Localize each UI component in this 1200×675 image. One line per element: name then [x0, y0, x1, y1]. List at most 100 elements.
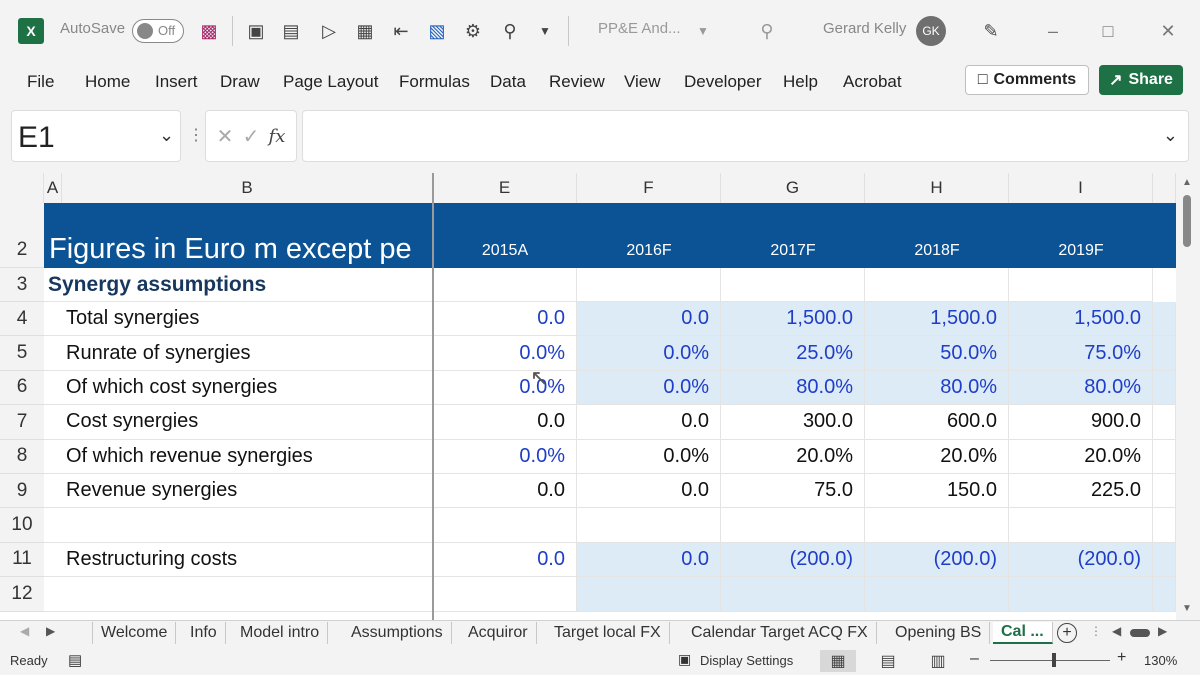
column-header-f[interactable]: F	[577, 173, 721, 203]
freeze-panes-icon[interactable]: ⇤	[388, 18, 414, 44]
value-cell[interactable]: 0.0	[577, 474, 721, 509]
prev-sheet-icon[interactable]: ◀	[20, 624, 29, 638]
year-header-2015[interactable]: 2015A	[433, 203, 577, 268]
row-label[interactable]: Of which cost synergies	[44, 370, 433, 406]
share-button[interactable]: ↗ Share	[1099, 65, 1183, 95]
pen-icon[interactable]: ✎	[978, 18, 1004, 44]
value-cell[interactable]: (200.0)	[865, 542, 1009, 578]
save-icon[interactable]: ▩	[196, 18, 222, 44]
tab-developer[interactable]: Developer	[684, 72, 762, 92]
expand-formula-icon[interactable]: ⌄	[1163, 125, 1178, 146]
cell[interactable]	[1153, 439, 1176, 474]
row-label[interactable]: Restructuring costs	[44, 542, 433, 578]
value-cell[interactable]: 0.0%	[577, 439, 721, 474]
chevron-down-icon[interactable]: ⌄	[159, 125, 174, 146]
value-cell[interactable]: 0.0	[433, 542, 577, 578]
value-cell[interactable]	[577, 508, 721, 543]
confirm-icon[interactable]: ✓	[243, 124, 260, 149]
camera-icon[interactable]: ▣	[243, 18, 269, 44]
user-name[interactable]: Gerard Kelly	[823, 20, 906, 37]
sheet-tab-model-intro[interactable]: Model intro	[232, 622, 329, 644]
row-header-2[interactable]: 2	[0, 203, 44, 268]
column-header-h[interactable]: H	[865, 173, 1009, 203]
value-cell[interactable]: 0.0	[577, 302, 721, 337]
row-label[interactable]	[44, 577, 433, 612]
value-cell[interactable]: 0.0	[577, 405, 721, 440]
value-cell[interactable]: 75.0%	[1009, 336, 1153, 371]
scroll-left-icon[interactable]: ◀	[1112, 624, 1121, 638]
value-cell[interactable]	[433, 577, 577, 612]
cell[interactable]	[1153, 577, 1176, 612]
column-header-a[interactable]: A	[44, 173, 62, 203]
zoom-slider-track[interactable]	[990, 660, 1110, 661]
column-header-partial[interactable]	[1153, 173, 1176, 203]
banner-title-cell[interactable]: Figures in Euro m except pe	[44, 203, 433, 268]
value-cell[interactable]	[721, 577, 865, 612]
year-header-2017[interactable]: 2017F	[721, 203, 865, 268]
year-header-2019[interactable]: 2019F	[1009, 203, 1153, 268]
value-cell[interactable]	[433, 508, 577, 543]
value-cell[interactable]: 0.0%	[433, 439, 577, 474]
search-icon[interactable]: ⚲	[497, 18, 523, 44]
tab-page-layout[interactable]: Page Layout	[283, 72, 378, 92]
slideshow-icon[interactable]: ▷	[316, 18, 342, 44]
section-heading[interactable]: Synergy assumptions	[44, 268, 433, 302]
comments-button[interactable]: □ Comments	[965, 65, 1089, 95]
tab-formulas[interactable]: Formulas	[399, 72, 470, 92]
avatar[interactable]: GK	[916, 16, 946, 46]
value-cell[interactable]: 225.0	[1009, 474, 1153, 509]
value-cell[interactable]: 0.0%	[433, 336, 577, 371]
year-header-2016[interactable]: 2016F	[577, 203, 721, 268]
value-cell[interactable]	[1009, 577, 1153, 612]
page-break-view-icon[interactable]: ▥	[920, 650, 956, 672]
zoom-in-icon[interactable]: +	[1117, 649, 1126, 667]
autosave-toggle[interactable]: Off	[132, 19, 184, 43]
print-preview-icon[interactable]: ▤	[278, 18, 304, 44]
value-cell[interactable]: 0.0	[433, 405, 577, 440]
value-cell[interactable]: 80.0%	[865, 370, 1009, 406]
value-cell[interactable]: 0.0	[577, 542, 721, 578]
name-box[interactable]: E1 ⌄	[11, 110, 181, 162]
sheet-tab-calendar-target-acq-fx[interactable]: Calendar Target ACQ FX	[683, 622, 877, 644]
cell[interactable]	[865, 268, 1009, 302]
scroll-thumb[interactable]	[1183, 195, 1191, 247]
sheet-tab-active[interactable]: Cal ...	[993, 622, 1053, 644]
formula-input[interactable]: ⌄	[302, 110, 1189, 162]
value-cell[interactable]: 600.0	[865, 405, 1009, 440]
value-cell[interactable]: 80.0%	[1009, 370, 1153, 406]
value-cell[interactable]: 1,500.0	[865, 302, 1009, 337]
value-cell[interactable]	[577, 577, 721, 612]
column-header-e[interactable]: E	[433, 173, 577, 203]
grid-apps-icon[interactable]: ▧	[424, 18, 450, 44]
value-cell[interactable]: 0.0	[433, 302, 577, 337]
calculator-icon[interactable]: ▦	[352, 18, 378, 44]
cell[interactable]	[721, 268, 865, 302]
value-cell[interactable]: (200.0)	[721, 542, 865, 578]
value-cell[interactable]: 0.0%	[433, 370, 577, 406]
scroll-right-icon[interactable]: ▶	[1158, 624, 1167, 638]
tab-options-icon[interactable]: ⋮	[1090, 624, 1102, 638]
maximize-icon[interactable]: □	[1095, 18, 1121, 44]
tab-home[interactable]: Home	[85, 72, 130, 92]
cell[interactable]	[1009, 268, 1153, 302]
value-cell[interactable]: 300.0	[721, 405, 865, 440]
tab-acrobat[interactable]: Acrobat	[843, 72, 902, 92]
document-title[interactable]: PP&E And...	[598, 20, 681, 37]
horizontal-scroll-thumb[interactable]	[1130, 629, 1150, 637]
value-cell[interactable]: 80.0%	[721, 370, 865, 406]
column-header-i[interactable]: I	[1009, 173, 1153, 203]
value-cell[interactable]: 0.0	[433, 474, 577, 509]
display-settings-label[interactable]: Display Settings	[700, 653, 793, 668]
cell[interactable]	[1153, 474, 1176, 509]
cell[interactable]	[1153, 508, 1176, 543]
normal-view-icon[interactable]: ▦	[820, 650, 856, 672]
value-cell[interactable]: 20.0%	[1009, 439, 1153, 474]
value-cell[interactable]: 900.0	[1009, 405, 1153, 440]
row-header[interactable]: 12	[0, 577, 44, 612]
row-label[interactable]: Of which revenue synergies	[44, 439, 433, 474]
scroll-up-icon[interactable]: ▲	[1182, 177, 1192, 188]
value-cell[interactable]: 25.0%	[721, 336, 865, 371]
zoom-slider-thumb[interactable]	[1052, 653, 1056, 667]
minimize-icon[interactable]: –	[1040, 18, 1066, 44]
value-cell[interactable]: (200.0)	[1009, 542, 1153, 578]
